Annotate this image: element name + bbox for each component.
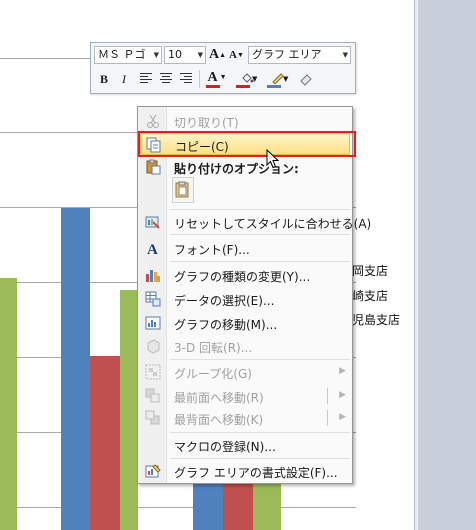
font-color-icon: A <box>207 70 218 85</box>
chevron-down-icon: ▼ <box>197 51 203 59</box>
split-button-divider <box>327 388 328 404</box>
chart-bar-blue[interactable] <box>61 208 90 530</box>
menu-item-label: フォント(F)... <box>174 243 250 257</box>
menu-item-label: リセットしてスタイルに合わせる(A) <box>174 217 372 231</box>
grow-font-button[interactable]: A▲ <box>209 46 226 64</box>
rotate-3d-icon <box>147 339 160 354</box>
menu-item-label: 最前面へ移動(R) <box>174 391 264 405</box>
menu-separator <box>170 234 350 235</box>
menu-item-label: 3-D 回転(R)... <box>174 341 253 355</box>
group-icon <box>145 364 161 380</box>
menu-item-label: 最背面へ移動(K) <box>174 413 264 427</box>
menu-item-change-chart-type[interactable]: グラフの種類の変更(Y)... <box>140 264 350 286</box>
menu-item-label: グラフの移動(M)... <box>174 318 278 332</box>
menu-item-bring-to-front[interactable]: 最前面へ移動(R) ▶ <box>140 385 350 407</box>
workspace-background <box>418 0 476 530</box>
align-right-button[interactable] <box>177 70 195 88</box>
scissors-icon <box>147 114 159 128</box>
menu-item-format-chart-area[interactable]: グラフ エリアの書式設定(F)... <box>140 460 350 482</box>
highlight-outline <box>138 131 356 157</box>
font-name-value: ＭＳ Ｐゴ <box>98 48 146 61</box>
bring-front-icon <box>145 388 160 403</box>
paste-clipboard-icon <box>175 181 189 198</box>
chevron-down-icon: ▼ <box>342 51 348 59</box>
reset-style-icon <box>145 216 160 229</box>
menu-item-label: データの選択(E)... <box>174 294 275 308</box>
font-name-select[interactable]: ＭＳ Ｐゴ ▼ <box>94 46 162 64</box>
menu-item-label: グラフ エリアの書式設定(F)... <box>174 466 338 480</box>
align-center-button[interactable] <box>157 70 175 88</box>
mini-toolbar: ＭＳ Ｐゴ ▼ 10 ▼ A▲ A▼ グラフ エリア ▼ B I A ▼ ▼ ▼ <box>90 42 356 94</box>
paste-option-keep-format-button[interactable] <box>172 177 194 203</box>
move-chart-icon <box>145 316 161 330</box>
chart-bar-blue[interactable] <box>193 484 223 530</box>
menu-item-label: マクロの登録(N)... <box>174 440 276 454</box>
chart-bar-red[interactable] <box>223 484 253 530</box>
chart-element-select[interactable]: グラフ エリア ▼ <box>248 46 351 64</box>
chevron-right-icon: ▶ <box>339 366 346 376</box>
fill-color-button[interactable]: ▼ <box>234 70 260 88</box>
eraser-icon <box>300 74 312 86</box>
menu-item-select-data[interactable]: データの選択(E)... <box>140 288 350 310</box>
align-left-icon <box>140 73 152 83</box>
menu-separator <box>170 458 350 459</box>
chevron-down-icon: ▼ <box>153 51 159 59</box>
menu-item-label: グラフの種類の変更(Y)... <box>174 270 311 284</box>
format-painter-button[interactable] <box>297 70 315 88</box>
align-right-icon <box>180 73 192 83</box>
context-menu: 切り取り(T) コピー(C) 貼り付けのオプション: リセットしてスタイルに合わ… <box>137 106 371 484</box>
bold-button[interactable]: B <box>95 70 113 88</box>
chart-bar-red[interactable] <box>90 356 120 530</box>
shrink-font-icon: A <box>229 49 237 61</box>
chart-type-icon <box>146 270 160 282</box>
chart-bar-green[interactable] <box>253 484 281 530</box>
font-size-value: 10 <box>168 48 182 61</box>
grow-font-icon: A <box>209 47 220 62</box>
svg-text:A: A <box>147 242 158 256</box>
font-icon: A <box>147 242 158 256</box>
font-color-button[interactable]: A ▼ <box>204 70 230 88</box>
menu-item-label: グループ化(G) <box>174 367 252 381</box>
menu-item-label: 切り取り(T) <box>174 116 239 130</box>
paste-icon <box>146 159 161 175</box>
align-left-button[interactable] <box>137 70 155 88</box>
split-button-divider <box>327 410 328 426</box>
menu-item-reset-style[interactable]: リセットしてスタイルに合わせる(A) <box>140 211 371 233</box>
italic-button[interactable]: I <box>115 70 133 88</box>
legend-entry: 児島支店 <box>352 313 401 327</box>
menu-item-paste-options: 貼り付けのオプション: <box>140 156 350 178</box>
chevron-right-icon: ▶ <box>339 412 346 422</box>
menu-item-3d-rotation[interactable]: 3-D 回転(R)... <box>140 335 350 357</box>
legend-entry: 崎支店 <box>352 289 389 303</box>
menu-item-cut[interactable]: 切り取り(T) <box>140 110 350 132</box>
shrink-font-button[interactable]: A▼ <box>229 46 245 64</box>
chart-element-value: グラフ エリア <box>252 48 322 61</box>
mouse-cursor-icon <box>266 149 280 169</box>
menu-separator <box>170 359 350 360</box>
legend-entry: 岡支店 <box>352 264 389 278</box>
menu-item-font[interactable]: A フォント(F)... <box>140 237 350 259</box>
menu-item-send-to-back[interactable]: 最背面へ移動(K) ▶ <box>140 407 350 429</box>
chevron-right-icon: ▶ <box>339 390 346 400</box>
menu-item-group[interactable]: グループ化(G) ▶ <box>140 361 350 383</box>
menu-separator <box>170 432 350 433</box>
select-data-icon <box>145 291 161 307</box>
gridline <box>0 507 356 508</box>
menu-item-assign-macro[interactable]: マクロの登録(N)... <box>140 434 350 456</box>
toolbar-separator <box>199 70 200 88</box>
font-size-select[interactable]: 10 ▼ <box>164 46 206 64</box>
send-back-icon <box>145 410 160 425</box>
menu-item-label: 貼り付けのオプション: <box>174 162 299 176</box>
align-center-icon <box>160 73 172 83</box>
menu-item-move-chart[interactable]: グラフの移動(M)... <box>140 312 350 334</box>
outline-color-button[interactable]: ▼ <box>265 70 291 88</box>
chart-bar-green[interactable] <box>120 290 138 530</box>
menu-separator <box>170 209 350 210</box>
chart-bar-green[interactable] <box>0 278 17 530</box>
menu-separator <box>170 261 350 262</box>
format-area-icon <box>145 464 161 478</box>
